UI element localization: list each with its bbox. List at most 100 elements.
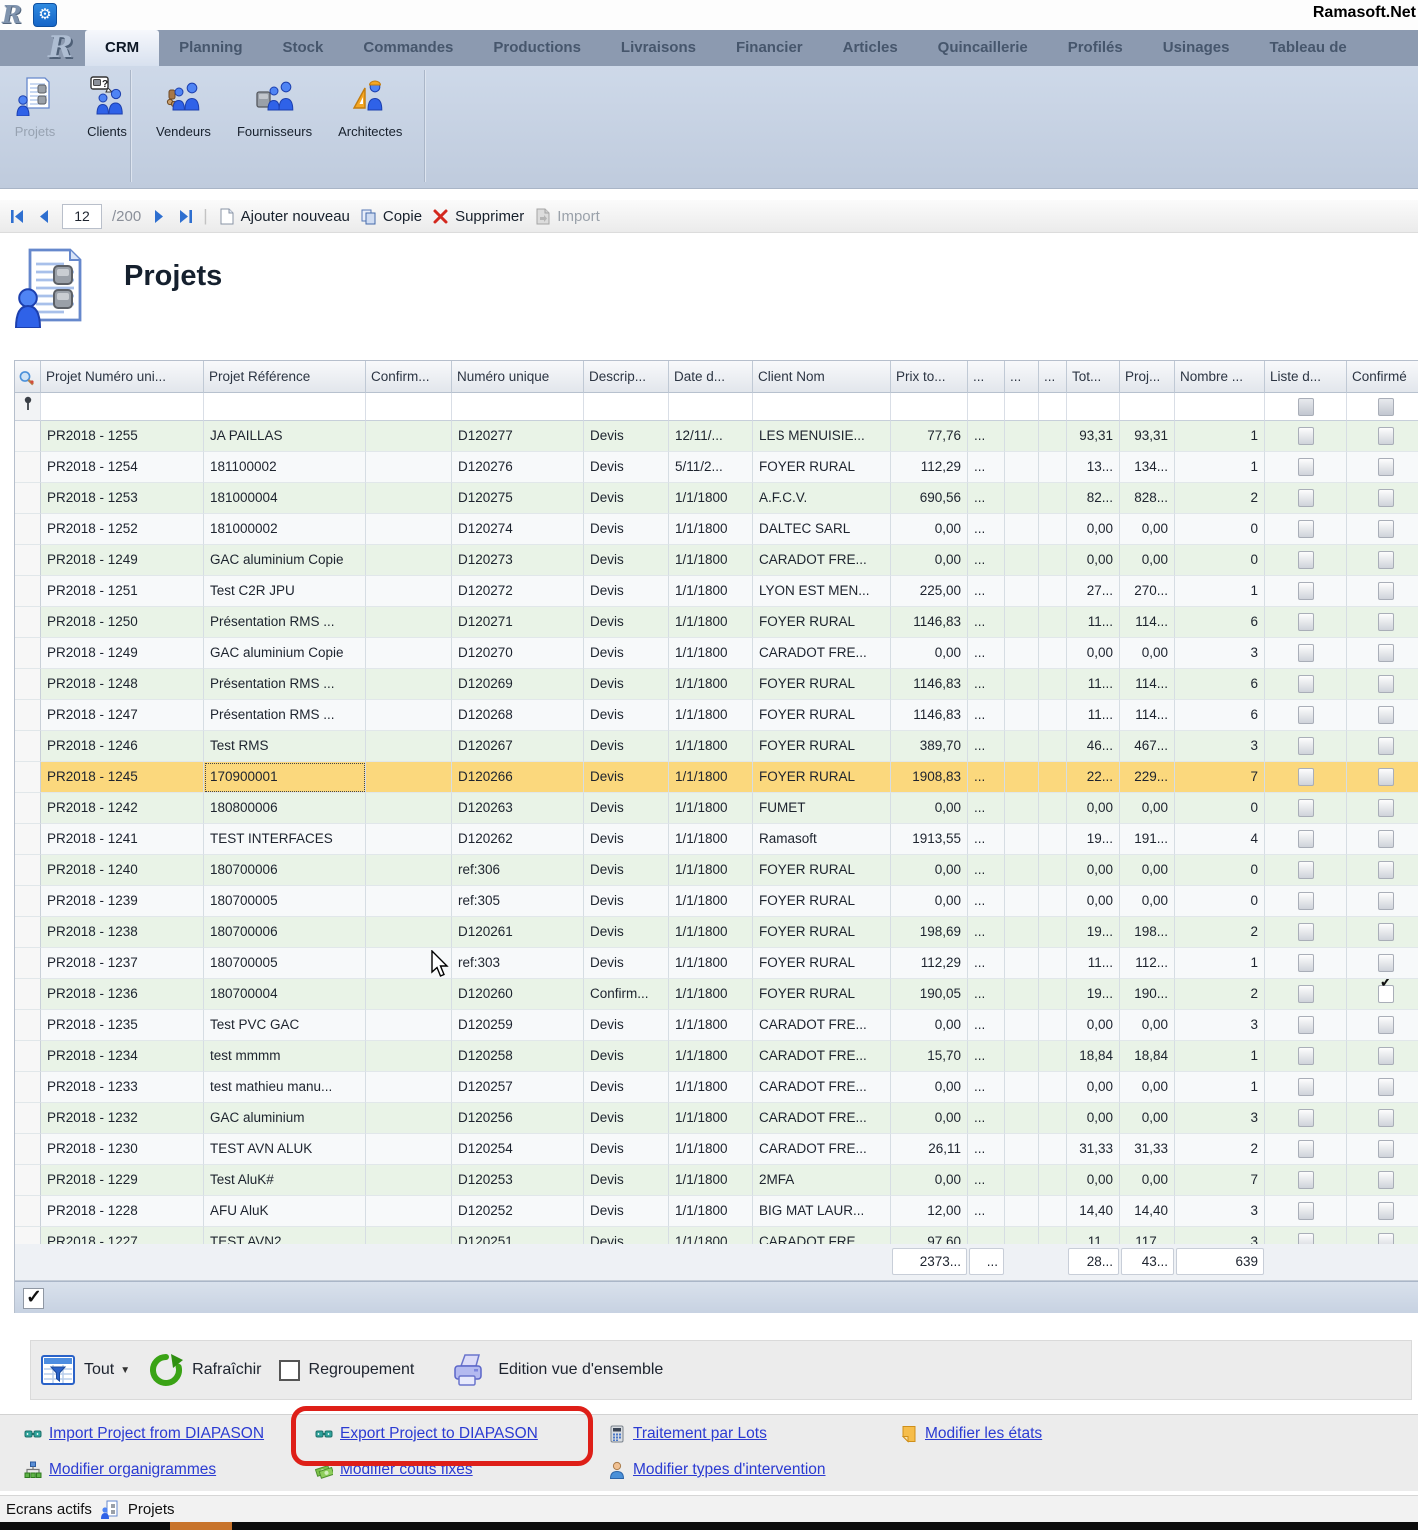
table-row[interactable]: PR2018 - 1228AFU AluKD120252Devis1/1/180… — [15, 1196, 1418, 1227]
cell-client[interactable]: CARADOT FRE... — [753, 638, 891, 669]
cell-proj[interactable]: 114... — [1120, 607, 1175, 638]
liste-checkbox[interactable] — [1298, 644, 1314, 662]
cell-confirme[interactable] — [1347, 1134, 1418, 1165]
ribbon-button-architectes[interactable]: Architectes — [332, 74, 408, 141]
filter-cell-date[interactable] — [669, 393, 753, 421]
link-import-project-from-diapason[interactable]: Import Project from DIAPASON — [24, 1425, 264, 1443]
cell-confirme[interactable] — [1347, 793, 1418, 824]
cell-liste[interactable] — [1265, 421, 1347, 452]
cell-d2[interactable] — [1005, 421, 1039, 452]
cell-unique[interactable]: D120251 — [452, 1227, 584, 1244]
cell-d2[interactable] — [1005, 700, 1039, 731]
tab-profil-s[interactable]: Profilés — [1048, 30, 1143, 66]
cell-d2[interactable] — [1005, 1072, 1039, 1103]
cell-desc[interactable]: Devis — [584, 1072, 669, 1103]
cell-num[interactable]: PR2018 - 1245 — [41, 762, 204, 793]
confirme-checkbox[interactable] — [1378, 489, 1394, 507]
liste-checkbox[interactable] — [1298, 613, 1314, 631]
column-header-ref[interactable]: Projet Référence — [204, 361, 366, 393]
row-indicator[interactable] — [15, 669, 41, 700]
table-row[interactable]: PR2018 - 1236180700004D120260Confirm...1… — [15, 979, 1418, 1010]
row-indicator[interactable] — [15, 886, 41, 917]
cell-unique[interactable]: D120254 — [452, 1134, 584, 1165]
liste-checkbox[interactable] — [1298, 954, 1314, 972]
cell-proj[interactable]: 828... — [1120, 483, 1175, 514]
cell-proj[interactable]: 18,84 — [1120, 1041, 1175, 1072]
confirme-checkbox[interactable] — [1378, 613, 1394, 631]
cell-ref[interactable]: GAC aluminium — [204, 1103, 366, 1134]
confirme-checkbox[interactable] — [1378, 1047, 1394, 1065]
cell-date[interactable]: 1/1/1800 — [669, 948, 753, 979]
cell-prix[interactable]: 198,69 — [891, 917, 968, 948]
liste-checkbox[interactable] — [1298, 923, 1314, 941]
cell-confirme[interactable] — [1347, 1227, 1418, 1244]
filter-cell-d3[interactable] — [1039, 393, 1067, 421]
confirme-checkbox[interactable] — [1378, 737, 1394, 755]
row-indicator[interactable] — [15, 762, 41, 793]
cell-liste[interactable] — [1265, 1041, 1347, 1072]
cell-d3[interactable] — [1039, 483, 1067, 514]
column-header-date[interactable]: Date d... — [669, 361, 753, 393]
liste-checkbox[interactable] — [1298, 1047, 1314, 1065]
cell-nombre[interactable]: 3 — [1175, 1010, 1265, 1041]
cell-liste[interactable] — [1265, 1010, 1347, 1041]
cell-date[interactable]: 1/1/1800 — [669, 1103, 753, 1134]
cell-confirme[interactable] — [1347, 576, 1418, 607]
cell-confirm[interactable] — [366, 1072, 452, 1103]
cell-liste[interactable] — [1265, 824, 1347, 855]
cell-num[interactable]: PR2018 - 1248 — [41, 669, 204, 700]
filter-cell-confirm[interactable] — [366, 393, 452, 421]
cell-d3[interactable] — [1039, 917, 1067, 948]
cell-ref[interactable]: Test C2R JPU — [204, 576, 366, 607]
cell-num[interactable]: PR2018 - 1249 — [41, 638, 204, 669]
printer-icon[interactable] — [449, 1352, 489, 1388]
cell-confirme[interactable] — [1347, 1103, 1418, 1134]
table-row[interactable]: PR2018 - 1250Présentation RMS ...D120271… — [15, 607, 1418, 638]
cell-nombre[interactable]: 1 — [1175, 452, 1265, 483]
cell-d1[interactable]: ... — [968, 669, 1005, 700]
cell-proj[interactable]: 93,31 — [1120, 421, 1175, 452]
cell-d3[interactable] — [1039, 545, 1067, 576]
link-modifier-types-d-intervention[interactable]: Modifier types d'intervention — [608, 1461, 826, 1479]
cell-ref[interactable]: 181000004 — [204, 483, 366, 514]
cell-liste[interactable] — [1265, 669, 1347, 700]
cell-date[interactable]: 1/1/1800 — [669, 979, 753, 1010]
cell-confirm[interactable] — [366, 824, 452, 855]
cell-date[interactable]: 1/1/1800 — [669, 762, 753, 793]
cell-unique[interactable]: D120273 — [452, 545, 584, 576]
cell-unique[interactable]: D120272 — [452, 576, 584, 607]
cell-confirm[interactable] — [366, 886, 452, 917]
refresh-icon[interactable] — [149, 1353, 183, 1387]
cell-prix[interactable]: 0,00 — [891, 514, 968, 545]
confirme-checkbox[interactable] — [1378, 706, 1394, 724]
table-row[interactable]: PR2018 - 1241TEST INTERFACESD120262Devis… — [15, 824, 1418, 855]
cell-unique[interactable]: ref:306 — [452, 855, 584, 886]
cell-liste[interactable] — [1265, 1072, 1347, 1103]
filter-checkbox[interactable] — [1378, 398, 1394, 416]
liste-checkbox[interactable] — [1298, 1171, 1314, 1189]
cell-client[interactable]: CARADOT FRE... — [753, 1072, 891, 1103]
ribbon-button-vendeurs[interactable]: Vendeurs — [150, 74, 217, 141]
cell-date[interactable]: 12/11/... — [669, 421, 753, 452]
cell-d3[interactable] — [1039, 1134, 1067, 1165]
last-record-icon[interactable] — [177, 209, 193, 224]
cell-d2[interactable] — [1005, 514, 1039, 545]
confirme-checkbox[interactable] — [1378, 1109, 1394, 1127]
cell-client[interactable]: FOYER RURAL — [753, 731, 891, 762]
row-indicator[interactable] — [15, 1103, 41, 1134]
liste-checkbox[interactable] — [1298, 1016, 1314, 1034]
cell-confirm[interactable] — [366, 669, 452, 700]
row-indicator[interactable] — [15, 421, 41, 452]
cell-confirme[interactable] — [1347, 483, 1418, 514]
cell-nombre[interactable]: 1 — [1175, 1041, 1265, 1072]
cell-num[interactable]: PR2018 - 1235 — [41, 1010, 204, 1041]
cell-desc[interactable]: Devis — [584, 917, 669, 948]
cell-nombre[interactable]: 2 — [1175, 1134, 1265, 1165]
copy-button[interactable]: Copie — [360, 208, 422, 225]
cell-d2[interactable] — [1005, 1103, 1039, 1134]
cell-num[interactable]: PR2018 - 1232 — [41, 1103, 204, 1134]
table-row[interactable]: PR2018 - 1248Présentation RMS ...D120269… — [15, 669, 1418, 700]
cell-unique[interactable]: D120260 — [452, 979, 584, 1010]
cell-ref[interactable]: Présentation RMS ... — [204, 700, 366, 731]
filter-cell-ind[interactable] — [15, 393, 41, 421]
